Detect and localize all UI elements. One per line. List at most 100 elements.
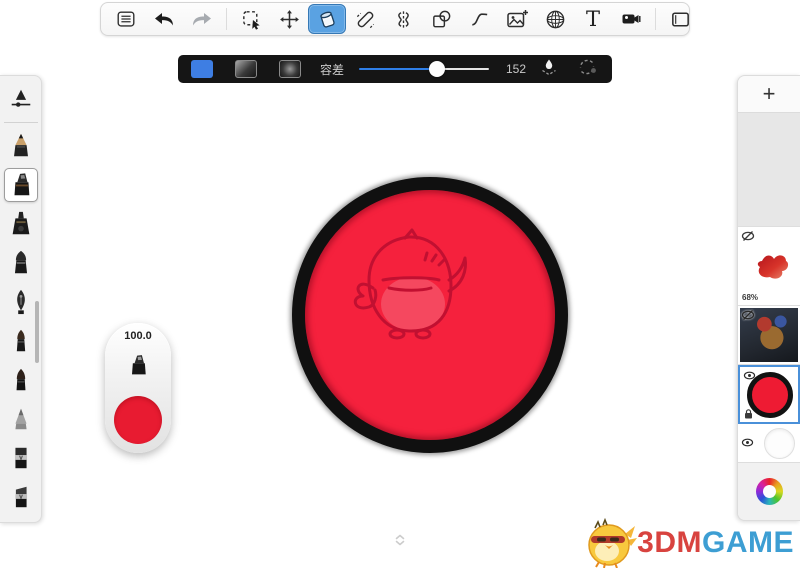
marker-brush-icon xyxy=(126,352,150,378)
layer-circle-selected[interactable] xyxy=(738,365,800,424)
canvas-artwork-circle[interactable] xyxy=(292,177,568,453)
menu-icon xyxy=(115,8,137,30)
text-tool-icon: T xyxy=(586,9,600,30)
airbrush-icon xyxy=(8,327,34,355)
guides-tool-button[interactable] xyxy=(346,4,384,34)
transform-tool-button[interactable] xyxy=(270,4,308,34)
airbrush-2-icon xyxy=(8,366,34,394)
reset-icon xyxy=(576,57,598,77)
fill-tool-button[interactable] xyxy=(308,4,346,34)
select-tool-button[interactable] xyxy=(232,4,270,34)
paint-bucket-icon xyxy=(316,8,339,31)
round-brush-icon xyxy=(8,249,34,277)
background-thumbnail xyxy=(764,428,795,459)
watermark-text: 3DMGAME xyxy=(637,528,794,558)
brush-airbrush-2-button[interactable] xyxy=(4,363,38,397)
image-add-icon xyxy=(505,7,529,31)
add-layer-button[interactable]: + xyxy=(738,76,800,113)
brush-round-button[interactable] xyxy=(4,246,38,280)
watermark-game: GAME xyxy=(702,526,794,559)
tolerance-slider[interactable] xyxy=(359,61,489,77)
bird-doodle xyxy=(343,228,483,343)
text-tool-button[interactable]: T xyxy=(574,4,612,34)
brush-pen-nib-button[interactable] xyxy=(4,285,38,319)
shapes-icon xyxy=(430,8,453,31)
tolerance-value: 152 xyxy=(502,62,526,76)
sphere-grid-icon xyxy=(544,8,567,31)
frame-icon xyxy=(669,8,692,31)
layer-hidden-icon[interactable] xyxy=(741,309,755,321)
brush-size-value: 100.0 xyxy=(124,330,152,342)
perspective-tool-button[interactable] xyxy=(536,4,574,34)
brush-puck[interactable]: 100.0 xyxy=(105,323,171,453)
canvas-collapse-handle[interactable] xyxy=(390,530,410,550)
layer-hidden-icon[interactable] xyxy=(741,230,755,242)
flat-brush-2-icon xyxy=(8,483,34,511)
watermark-3dm: 3DM xyxy=(637,526,702,559)
curve-icon xyxy=(468,8,491,31)
camera-icon xyxy=(619,7,643,31)
flat-brush-icon xyxy=(8,444,34,472)
brush-pencil-button[interactable] xyxy=(4,129,38,163)
symmetry-icon xyxy=(392,8,415,31)
color-section xyxy=(738,463,800,520)
layers-empty-area xyxy=(738,113,800,227)
linear-gradient-swatch[interactable] xyxy=(235,60,257,78)
layer-visible-icon[interactable] xyxy=(741,437,754,448)
layer-paint[interactable]: 68% xyxy=(738,227,800,306)
stroke-tool-button[interactable] xyxy=(460,4,498,34)
color-wheel-button[interactable] xyxy=(756,478,783,505)
shapes-tool-button[interactable] xyxy=(422,4,460,34)
pencil-brush-icon xyxy=(8,132,34,160)
paint-stroke-thumbnail xyxy=(752,247,792,285)
pen-nib-icon xyxy=(8,288,34,316)
brush-list-divider xyxy=(4,122,38,123)
brush-sidebar xyxy=(0,75,42,523)
brush-adjust-button[interactable] xyxy=(4,82,38,116)
collapse-handle-icon xyxy=(393,533,407,547)
layer-photo[interactable] xyxy=(738,306,800,365)
ink-brush-icon xyxy=(8,210,34,238)
timelapse-button[interactable] xyxy=(612,4,650,34)
toolbar-divider xyxy=(655,8,656,30)
brush-ink-button[interactable] xyxy=(4,207,38,241)
undo-icon xyxy=(152,7,176,31)
brush-adjust-icon xyxy=(8,86,34,112)
brush-airbrush-button[interactable] xyxy=(4,324,38,358)
tolerance-label: 容差 xyxy=(320,61,344,78)
layer-background[interactable] xyxy=(738,424,800,463)
layer-visible-icon[interactable] xyxy=(743,370,756,381)
marquee-select-icon xyxy=(240,8,263,31)
brush-scrollbar[interactable] xyxy=(35,301,39,363)
undo-button[interactable] xyxy=(145,4,183,34)
flood-fill-button[interactable] xyxy=(539,57,559,82)
symmetry-tool-button[interactable] xyxy=(384,4,422,34)
menu-button[interactable] xyxy=(107,4,145,34)
reset-fill-button[interactable] xyxy=(576,57,598,82)
droplet-icon xyxy=(539,57,559,77)
fill-options-bar: 容差 152 xyxy=(178,55,612,83)
layers-panel: + 68% xyxy=(737,75,800,521)
chick-mascot-icon xyxy=(585,518,637,568)
current-color-swatch[interactable] xyxy=(114,396,162,444)
import-image-button[interactable] xyxy=(498,4,536,34)
solid-fill-swatch[interactable] xyxy=(191,60,213,78)
brush-flat-button[interactable] xyxy=(4,441,38,475)
ruler-pencil-icon xyxy=(354,8,377,31)
redo-icon xyxy=(190,7,214,31)
marker-brush-icon xyxy=(8,171,34,199)
layer-lock-icon xyxy=(744,409,753,419)
brush-flat-2-button[interactable] xyxy=(4,480,38,514)
brush-soft-pencil-button[interactable] xyxy=(4,402,38,436)
brush-marker-button[interactable] xyxy=(4,168,38,202)
slider-handle[interactable] xyxy=(429,61,445,77)
toolbar-divider xyxy=(226,8,227,30)
fullscreen-button[interactable] xyxy=(661,4,699,34)
soft-pencil-icon xyxy=(8,405,34,433)
watermark: 3DMGAME xyxy=(585,518,794,568)
radial-gradient-swatch[interactable] xyxy=(279,60,301,78)
redo-button[interactable] xyxy=(183,4,221,34)
slider-track-filled xyxy=(359,68,437,70)
add-layer-label: + xyxy=(763,81,776,107)
layer-opacity-value: 68% xyxy=(742,293,758,302)
